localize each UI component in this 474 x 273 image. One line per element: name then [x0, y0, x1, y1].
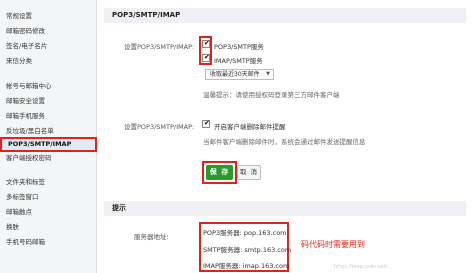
sidebar-item-client-auth-code[interactable]: 客户端授权密码	[0, 152, 97, 164]
sidebar-item-phone-mailbox[interactable]: 手机号码邮箱	[0, 236, 97, 248]
sidebar-item-touchpoint[interactable]: 邮箱触点	[0, 206, 97, 218]
auth-code-hint: 温馨提示：请使用授权码登录第三方邮件客户端	[203, 91, 340, 99]
imap-smtp-checkbox[interactable]: ✔	[202, 53, 210, 62]
checkmark-icon: ✔	[204, 53, 210, 61]
settings-sidebar: 常规设置 邮箱密码修改 签名/电子名片 来信分类 帐号与邮箱中心 邮箱安全设置 …	[0, 0, 97, 273]
setting-label: 设置POP3/SMTP/IMAP:	[124, 43, 195, 51]
server-address-label: 服务器地址:	[134, 233, 169, 241]
watermark: https://blog.csdn.net/...	[334, 264, 393, 270]
delete-reminder-label: 开启客户端删除邮件提醒	[214, 123, 286, 131]
delete-reminder-checkbox[interactable]: ✔	[202, 119, 210, 128]
sidebar-item-pop3-smtp-imap[interactable]: POP3/SMTP/IMAP	[0, 137, 97, 152]
sidebar-item-account-center[interactable]: 帐号与邮箱中心	[0, 80, 97, 92]
imap-server: IMAP服务器: imap.163.com	[203, 262, 290, 270]
delete-reminder-hint: 当邮件客户端删除邮件时，系统会通过邮件发送提醒信息	[203, 138, 366, 146]
sidebar-item-mail-sort[interactable]: 来信分类	[0, 55, 97, 67]
checkmark-icon: ✔	[204, 119, 210, 127]
sidebar-item-general[interactable]: 常规设置	[0, 10, 97, 22]
checkmark-icon: ✔	[204, 39, 210, 47]
sidebar-item-security[interactable]: 邮箱安全设置	[0, 95, 97, 107]
pop3-smtp-checkbox[interactable]: ✔	[202, 39, 210, 48]
sidebar-item-folders-tags[interactable]: 文件夹和标签	[0, 176, 97, 188]
section-title-tips: 提示	[104, 201, 466, 216]
cancel-button[interactable]: 取 消	[237, 165, 261, 180]
settings-main: POP3/SMTP/IMAP 设置POP3/SMTP/IMAP: ✔ POP3/…	[98, 0, 474, 273]
save-button[interactable]: 保 存	[206, 165, 233, 180]
smtp-server: SMTP服务器: smtp.163.com	[203, 246, 292, 254]
pop3-smtp-label: POP3/SMTP服务	[214, 43, 264, 51]
sidebar-item-password[interactable]: 邮箱密码修改	[0, 25, 97, 37]
sidebar-item-skin[interactable]: 换肤	[0, 221, 97, 233]
sidebar-item-signature[interactable]: 签名/电子名片	[0, 40, 97, 52]
sidebar-item-mobile-service[interactable]: 邮箱手机服务	[0, 110, 97, 122]
sync-setting-label: 设置POP3/SMTP/IMAP:	[124, 123, 195, 131]
imap-smtp-label: IMAP/SMTP服务	[214, 57, 263, 65]
sidebar-item-multi-tab[interactable]: 多标签窗口	[0, 191, 97, 203]
section-title-pop3: POP3/SMTP/IMAP	[104, 8, 466, 23]
pop3-server: POP3服务器: pop.163.com	[203, 229, 287, 237]
annotation-note: 码代码时需要用到	[301, 240, 365, 249]
chevron-down-icon: ▼	[266, 71, 270, 77]
fetch-range-value: 收取最近30天邮件	[210, 71, 260, 78]
fetch-range-select[interactable]: 收取最近30天邮件 ▼	[205, 69, 274, 80]
sidebar-item-antispam[interactable]: 反垃圾/黑白名单	[0, 125, 97, 137]
